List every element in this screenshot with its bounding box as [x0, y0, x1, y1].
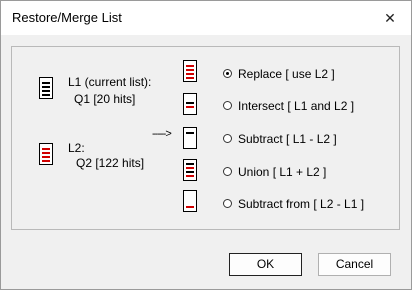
option-replace-label[interactable]: Replace [ use L2 ]	[238, 67, 335, 81]
l1-hits: Q1 [20 hits]	[74, 92, 136, 106]
radio-intersect[interactable]	[223, 101, 232, 110]
title-bar: Restore/Merge List ✕	[1, 1, 411, 35]
l1-list-icon	[39, 77, 53, 99]
cancel-button[interactable]: Cancel	[318, 253, 391, 276]
replace-list-icon	[183, 60, 197, 82]
l1-label: L1 (current list):	[68, 75, 152, 89]
option-subtract-from-label[interactable]: Subtract from [ L2 - L1 ]	[238, 197, 364, 211]
union-list-icon	[183, 159, 197, 181]
radio-subtract[interactable]	[223, 134, 232, 143]
radio-subtract-from[interactable]	[223, 199, 232, 208]
subtract-list-icon	[183, 127, 197, 149]
l2-hits: Q2 [122 hits]	[76, 156, 145, 170]
radio-replace[interactable]	[223, 69, 232, 78]
ok-button[interactable]: OK	[229, 253, 302, 276]
merge-options-group: L1 (current list): Q1 [20 hits] L2: Q2 […	[11, 46, 400, 230]
arrow-indicator: ----->	[152, 128, 172, 140]
dialog-title: Restore/Merge List	[12, 10, 122, 25]
intersect-list-icon	[183, 93, 197, 115]
close-icon[interactable]: ✕	[373, 4, 407, 32]
l2-list-icon	[39, 143, 53, 165]
l2-label: L2:	[68, 141, 85, 155]
radio-union[interactable]	[223, 167, 232, 176]
option-intersect-label[interactable]: Intersect [ L1 and L2 ]	[238, 99, 354, 113]
option-union-label[interactable]: Union [ L1 + L2 ]	[238, 165, 326, 179]
restore-merge-dialog: Restore/Merge List ✕ L1 (current list): …	[0, 0, 412, 290]
subtract-from-list-icon	[183, 190, 197, 212]
option-subtract-label[interactable]: Subtract [ L1 - L2 ]	[238, 132, 337, 146]
